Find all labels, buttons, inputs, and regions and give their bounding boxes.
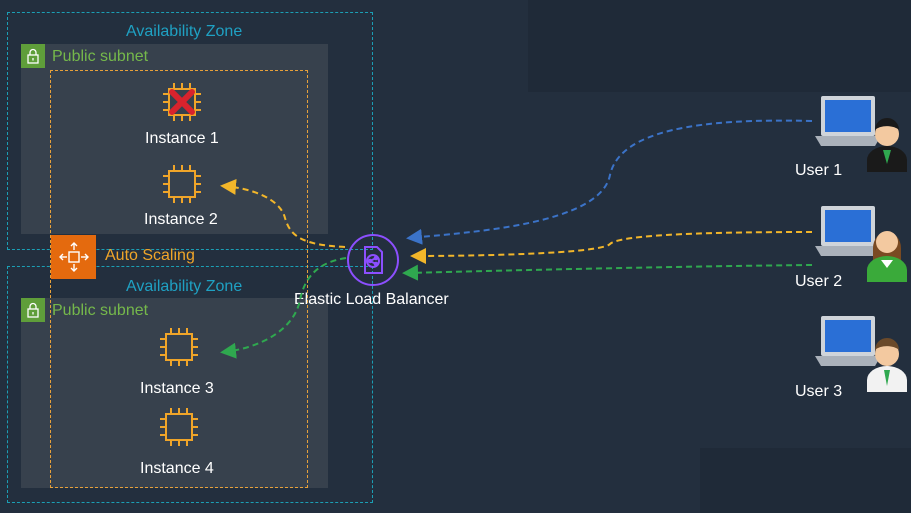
flow-elb-to-instance3 xyxy=(220,257,347,359)
flow-elb-to-instance2 xyxy=(220,178,346,248)
flow-user2-to-elb xyxy=(410,231,813,264)
flow-user2-to-elb-green xyxy=(402,264,813,281)
traffic-flow-arrows xyxy=(220,119,813,359)
flow-user1-to-elb xyxy=(406,119,813,245)
